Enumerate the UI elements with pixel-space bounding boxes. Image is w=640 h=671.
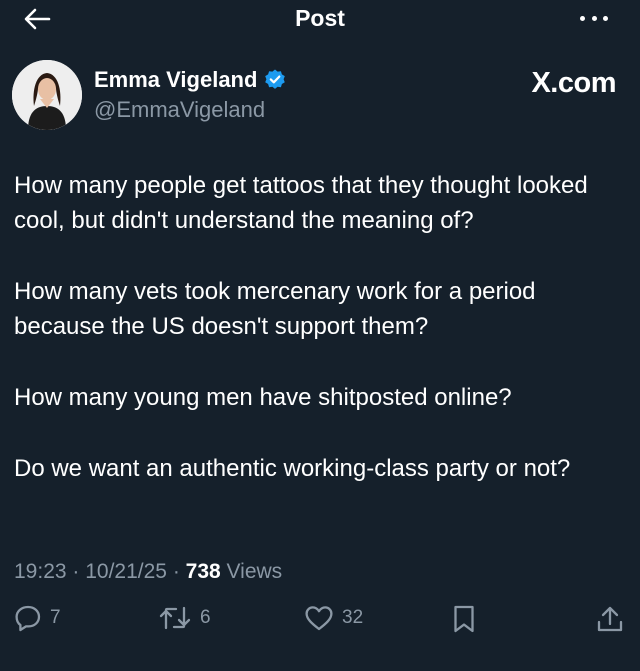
author-name-row[interactable]: Emma Vigeland	[94, 67, 287, 93]
post-paragraph: Do we want an authentic working-class pa…	[14, 455, 571, 482]
source-watermark: X.com	[531, 67, 616, 99]
views-count: 738	[185, 560, 221, 583]
author-handle[interactable]: @EmmaVigeland	[94, 97, 265, 123]
meta-separator: ·	[172, 560, 186, 583]
reply-button[interactable]: 7	[14, 604, 61, 632]
action-bar: 7 6 32	[0, 604, 640, 644]
share-button[interactable]	[596, 604, 624, 634]
repost-count: 6	[200, 607, 211, 628]
like-button[interactable]: 32	[304, 604, 363, 632]
reply-count: 7	[50, 607, 61, 628]
post-text: How many people get tattoos that they th…	[14, 168, 624, 522]
like-icon	[305, 606, 333, 631]
post-meta: 19:23 · 10/21/25 · 738 Views	[14, 560, 282, 584]
bookmark-icon	[454, 605, 474, 633]
avatar-photo	[12, 60, 82, 130]
top-bar: Post	[0, 0, 640, 40]
repost-button[interactable]: 6	[158, 604, 211, 632]
author-name: Emma Vigeland	[94, 67, 258, 92]
reply-icon	[15, 605, 41, 632]
like-count: 32	[342, 607, 364, 628]
more-icon	[580, 15, 585, 21]
more-button[interactable]	[580, 13, 608, 23]
meta-separator: ·	[72, 560, 86, 583]
share-icon	[597, 606, 623, 632]
views-label: Views	[226, 560, 283, 583]
bookmark-button[interactable]	[452, 604, 476, 634]
post-paragraph: How many people get tattoos that they th…	[14, 172, 588, 234]
repost-icon	[159, 606, 191, 630]
avatar[interactable]	[12, 60, 82, 130]
post-date: 10/21/25	[85, 560, 167, 583]
post-paragraph: How many vets took mercenary work for a …	[14, 278, 536, 340]
verified-badge-icon	[263, 68, 287, 92]
post-time: 19:23	[14, 560, 67, 583]
page-title: Post	[295, 5, 345, 31]
post-paragraph: How many young men have shitposted onlin…	[14, 384, 512, 411]
